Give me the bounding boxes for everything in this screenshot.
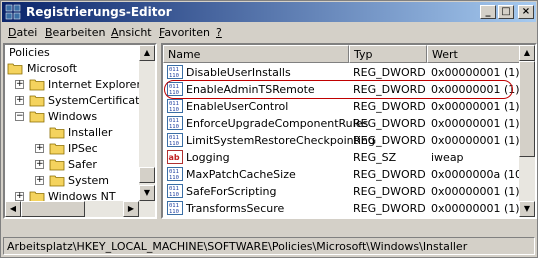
svg-text:110: 110 [169, 141, 179, 147]
list-row-disableuserinstalls[interactable]: 011 110 DisableUserInstalls REG_DWORD 0x0… [163, 64, 520, 81]
open-folder-icon [29, 111, 45, 123]
list-vertical-scrollbar[interactable]: ▲ ▼ [519, 45, 535, 217]
svg-text:110: 110 [169, 192, 179, 198]
scroll-thumb[interactable] [519, 61, 535, 157]
binary-value-icon: 011110 [167, 116, 183, 130]
collapse-icon[interactable]: − [15, 112, 24, 121]
binary-value-icon: 011110 [167, 65, 183, 79]
list-row-maxpatchcachesize[interactable]: 011 110 MaxPatchCacheSize REG_DWORD 0x000… [163, 166, 526, 183]
folder-icon [49, 143, 65, 155]
close-button[interactable]: × [518, 5, 534, 19]
binary-value-icon: 011110 [167, 201, 183, 215]
scroll-up-icon[interactable]: ▲ [139, 45, 155, 61]
svg-text:110: 110 [169, 107, 179, 113]
tree-horizontal-scrollbar[interactable]: ◀ ▶ [5, 201, 155, 217]
binary-value-icon: 011110 [167, 184, 183, 198]
expand-icon[interactable]: + [15, 96, 24, 105]
list-row-enableusercontrol[interactable]: 011 110 EnableUserControl REG_DWORD 0x000… [163, 98, 520, 115]
highlight-annotation-oval [164, 80, 513, 99]
registry-editor-app-icon [5, 4, 21, 20]
scroll-down-icon[interactable]: ▼ [139, 185, 155, 201]
scroll-right-icon[interactable]: ▶ [123, 201, 139, 217]
expand-icon[interactable]: + [35, 176, 44, 185]
menu-datei[interactable]: Datei [8, 26, 37, 39]
list-row-transformssecure[interactable]: 011 110 TransformsSecure REG_DWORD 0x0000… [163, 200, 520, 217]
binary-value-icon: 011110 [167, 99, 183, 113]
list-row-limitsystemrestorecheckpointing[interactable]: 011 110 LimitSystemRestoreCheckpointing R… [163, 132, 520, 149]
window-title: Registrierungs-Editor [26, 5, 172, 19]
binary-value-icon: 011110 [167, 133, 183, 147]
status-key-path: Arbeitsplatz\HKEY_LOCAL_MACHINE\SOFTWARE… [7, 240, 468, 253]
status-bar: Arbeitsplatz\HKEY_LOCAL_MACHINE\SOFTWARE… [3, 237, 535, 255]
column-header-type[interactable]: Typ [349, 45, 427, 63]
svg-text:ab: ab [169, 153, 180, 162]
svg-text:110: 110 [169, 124, 179, 130]
menu-bearbeiten[interactable]: Bearbeiten [45, 26, 105, 39]
menu-favoriten[interactable]: Favoriten [159, 26, 210, 39]
menu-bar: Datei Bearbeiten Ansicht Favoriten ? [2, 23, 536, 41]
binary-value-icon: 011110 [167, 167, 183, 181]
list-row-logging[interactable]: ab Logging REG_SZ iweap [163, 149, 519, 166]
folder-icon [29, 79, 45, 91]
expand-icon[interactable]: + [15, 192, 24, 201]
expand-icon[interactable]: + [35, 160, 44, 169]
expand-icon[interactable]: + [35, 144, 44, 153]
title-bar[interactable]: Registrierungs-Editor _ □ × [2, 2, 536, 22]
folder-icon [29, 95, 45, 107]
menu-ansicht[interactable]: Ansicht [111, 26, 152, 39]
list-row-enforceupgradecomponentrules[interactable]: 011 110 EnforceUpgradeComponentRules REG_… [163, 115, 520, 132]
scroll-up-icon[interactable]: ▲ [519, 45, 535, 61]
expand-icon[interactable]: + [15, 80, 24, 89]
folder-icon [49, 159, 65, 171]
key-tree-pane[interactable]: Policies Microsoft + Internet Explorer +… [3, 43, 157, 219]
svg-text:110: 110 [169, 209, 179, 215]
menu-help[interactable]: ? [216, 26, 222, 39]
scroll-left-icon[interactable]: ◀ [5, 201, 21, 217]
open-folder-icon [7, 63, 23, 75]
svg-text:110: 110 [169, 73, 179, 79]
maximize-button[interactable]: □ [498, 5, 514, 19]
tree-vertical-scrollbar[interactable]: ▲ ▼ [139, 45, 155, 201]
minimize-button[interactable]: _ [480, 5, 496, 19]
svg-text:110: 110 [169, 175, 179, 181]
open-folder-icon [49, 127, 65, 139]
scroll-thumb[interactable] [139, 167, 155, 183]
column-header-name[interactable]: Name [163, 45, 349, 63]
registry-editor-window: Registrierungs-Editor _ □ × Datei Bearbe… [0, 0, 538, 258]
scroll-thumb[interactable] [21, 201, 85, 217]
folder-icon [49, 175, 65, 187]
values-list-pane[interactable]: Name Typ Wert 011 110 DisableUserInstalls… [161, 43, 537, 219]
scroll-down-icon[interactable]: ▼ [519, 201, 535, 217]
string-value-icon: ab [167, 150, 183, 164]
list-row-safeforscripting[interactable]: 011 110 SafeForScripting REG_DWORD 0x0000… [163, 183, 520, 200]
